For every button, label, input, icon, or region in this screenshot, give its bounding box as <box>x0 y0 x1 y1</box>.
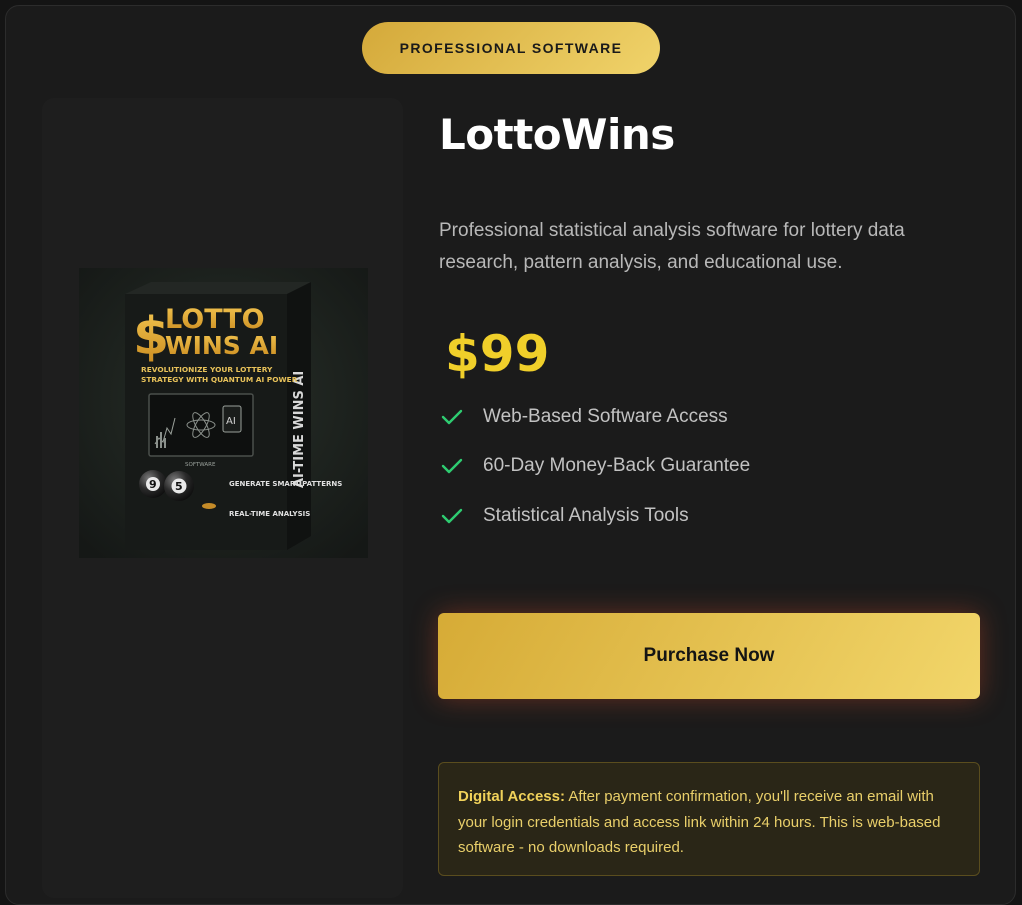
feature-label: 60-Day Money-Back Guarantee <box>483 455 751 476</box>
software-box-art: AI-TIME WINS AI $ LOTTO WINS AI REVOLUTI… <box>79 268 368 558</box>
box-brand-line2: WINS AI <box>165 331 278 360</box>
lottery-ball-1: 9 <box>149 478 157 491</box>
box-software-label: SOFTWARE <box>185 462 216 468</box>
check-icon <box>441 508 463 524</box>
digital-access-notice: Digital Access: After payment confirmati… <box>438 762 980 876</box>
box-spine-text: AI-TIME WINS AI <box>292 371 307 488</box>
screen-ai-chip: AI <box>226 416 236 427</box>
product-price: $99 <box>445 325 550 383</box>
box-bullet-2: REAL-TIME ANALYSIS <box>229 510 310 518</box>
notice-title: Digital Access: <box>458 788 565 805</box>
product-box-image: AI-TIME WINS AI $ LOTTO WINS AI REVOLUTI… <box>79 268 368 558</box>
check-icon <box>441 409 463 425</box>
feature-item: Statistical Analysis Tools <box>439 499 689 533</box>
feature-label: Web-Based Software Access <box>483 406 728 427</box>
box-bullet-1: GENERATE SMART PATTERNS <box>229 480 342 488</box>
lottery-ball-2: 5 <box>175 480 183 493</box>
feature-item: 60-Day Money-Back Guarantee <box>439 449 750 483</box>
box-dollar-sign: $ <box>133 307 169 367</box>
box-tagline-2: STRATEGY WITH QUANTUM AI POWER <box>141 375 298 384</box>
product-title: LottoWins <box>439 110 675 159</box>
product-description: Professional statistical analysis softwa… <box>439 220 905 273</box>
purchase-button-label: Purchase Now <box>643 645 775 666</box>
purchase-now-button[interactable]: Purchase Now <box>438 613 980 699</box>
box-tagline-1: REVOLUTIONIZE YOUR LOTTERY <box>141 365 273 374</box>
category-badge: PROFESSIONAL SOFTWARE <box>362 22 660 74</box>
feature-item: Web-Based Software Access <box>439 400 728 434</box>
category-badge-label: PROFESSIONAL SOFTWARE <box>399 40 623 56</box>
feature-label: Statistical Analysis Tools <box>483 505 689 526</box>
check-icon <box>441 458 463 474</box>
